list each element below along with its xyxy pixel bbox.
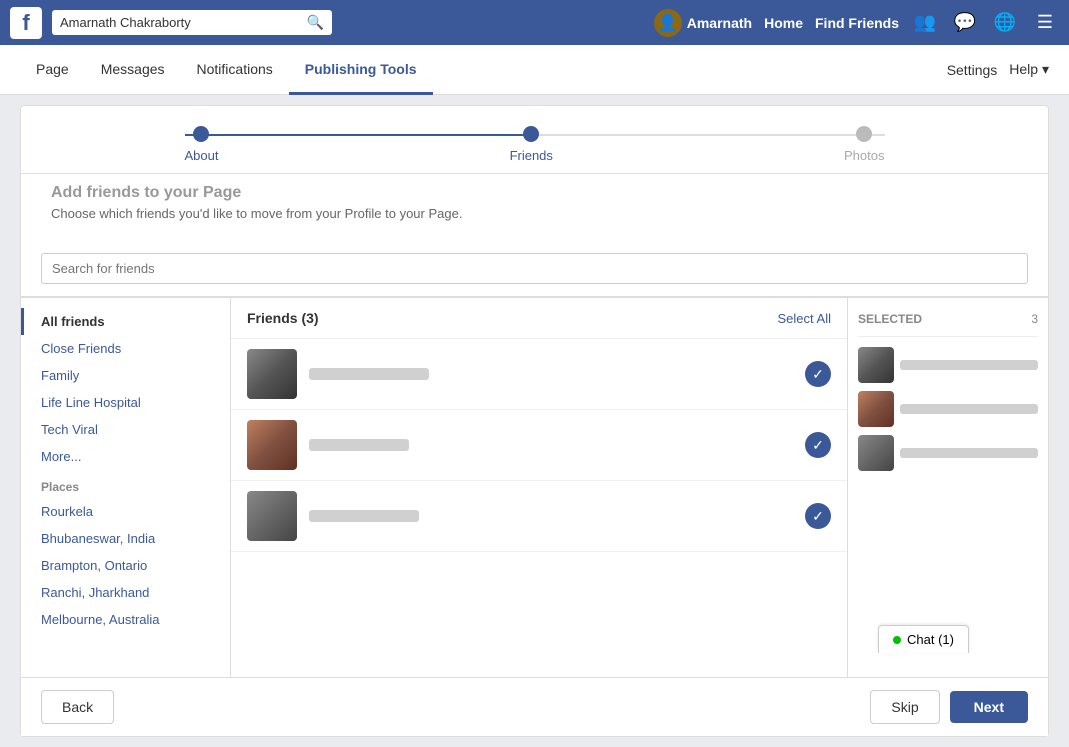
secondary-nav-right: Settings Help [947,61,1049,78]
friend-check-1[interactable]: ✓ [805,361,831,387]
friends-list-wrapper: Friends (3) Select All ✓ ✓ [231,298,848,677]
search-friends-input[interactable] [41,253,1028,284]
search-bar[interactable]: 🔍 [52,10,332,35]
step-dot-friends [523,126,539,142]
step-label-friends: Friends [510,148,553,163]
globe-icon[interactable]: 🌐 [991,9,1019,37]
step-friends: Friends [510,126,553,163]
add-friends-subtitle: Choose which friends you'd like to move … [51,206,1018,221]
progress-section: About Friends Photos [21,106,1048,173]
sidebar-item-melbourne[interactable]: Melbourne, Australia [21,606,230,633]
friends-section: All friends Close Friends Family Life Li… [21,297,1048,677]
sidebar-item-family[interactable]: Family [21,362,230,389]
chat-label: Chat (1) [907,632,954,647]
nav-home-link[interactable]: Home [764,15,803,31]
progress-steps: About Friends Photos [185,126,885,163]
select-all-button[interactable]: Select All [778,311,831,326]
add-friends-header: Add friends to your Page Choose which fr… [21,173,1048,241]
chat-status-dot [893,636,901,644]
friend-item-1[interactable]: ✓ [231,339,847,410]
help-button[interactable]: Help [1009,61,1049,78]
friends-list-title: Friends (3) [247,310,319,326]
friends-icon[interactable]: 👥 [911,9,939,37]
friend-avatar-img-1 [247,349,297,399]
sidebar-item-more[interactable]: More... [21,443,230,470]
back-button[interactable]: Back [41,690,114,724]
selected-name-blur-2 [900,404,1038,414]
friend-avatar-3 [247,491,297,541]
step-about: About [185,126,219,163]
selected-panel: SELECTED 3 [848,298,1048,677]
selected-avatar-1 [858,347,894,383]
nav-find-friends-link[interactable]: Find Friends [815,15,899,31]
selected-count: 3 [1031,312,1038,326]
step-label-about: About [185,148,219,163]
selected-header: SELECTED 3 [858,308,1038,337]
search-icon: 🔍 [307,14,324,31]
friend-avatar-img-3 [247,491,297,541]
sidebar-item-bhubaneswar[interactable]: Bhubaneswar, India [21,525,230,552]
search-input[interactable] [60,15,301,30]
bottom-bar: Back Skip Next [21,677,1048,736]
tab-page[interactable]: Page [20,45,85,95]
selected-avatar-3 [858,435,894,471]
friend-check-3[interactable]: ✓ [805,503,831,529]
selected-name-blur-1 [900,360,1038,370]
facebook-logo: f [10,7,42,39]
friend-name-2 [309,439,409,451]
secondary-navbar: Page Messages Notifications Publishing T… [0,45,1069,95]
nav-right: 👤 Amarnath Home Find Friends 👥 💬 🌐 ☰ [654,9,1059,37]
right-buttons: Skip Next [870,690,1028,724]
places-section-label: Places [21,470,230,498]
friend-avatar-img-2 [247,420,297,470]
friend-item-3[interactable]: ✓ [231,481,847,552]
settings-button[interactable]: Settings [947,62,998,78]
selected-name-blur-3 [900,448,1038,458]
selected-avatar-2 [858,391,894,427]
friends-list-header: Friends (3) Select All [231,298,847,339]
sidebar-item-brampton[interactable]: Brampton, Ontario [21,552,230,579]
step-dot-photos [856,126,872,142]
step-photos: Photos [844,126,884,163]
tab-notifications[interactable]: Notifications [181,45,289,95]
nav-username: Amarnath [687,15,752,31]
sidebar-item-ranchi[interactable]: Ranchi, Jharkhand [21,579,230,606]
selected-item-3 [858,435,1038,471]
add-friends-title: Add friends to your Page [51,184,1018,202]
friend-avatar-2 [247,420,297,470]
avatar: 👤 [654,9,682,37]
tab-messages[interactable]: Messages [85,45,181,95]
selected-item-2 [858,391,1038,427]
selected-item-1 [858,347,1038,383]
search-friends-area [21,241,1048,297]
friends-sidebar: All friends Close Friends Family Life Li… [21,298,231,677]
menu-icon[interactable]: ☰ [1031,9,1059,37]
friend-avatar-1 [247,349,297,399]
messages-icon[interactable]: 💬 [951,9,979,37]
friend-name-1 [309,368,429,380]
sidebar-item-close-friends[interactable]: Close Friends [21,335,230,362]
progress-bar: About Friends Photos [185,126,885,163]
next-button[interactable]: Next [950,691,1028,723]
step-dot-about [193,126,209,142]
tab-publishing-tools[interactable]: Publishing Tools [289,45,433,95]
friend-item-2[interactable]: ✓ [231,410,847,481]
selected-label: SELECTED [858,312,922,326]
chat-button[interactable]: Chat (1) [878,625,969,653]
sidebar-item-tech-viral[interactable]: Tech Viral [21,416,230,443]
friend-check-2[interactable]: ✓ [805,432,831,458]
top-navbar: f 🔍 👤 Amarnath Home Find Friends 👥 💬 🌐 ☰ [0,0,1069,45]
step-label-photos: Photos [844,148,884,163]
sidebar-item-rourkela[interactable]: Rourkela [21,498,230,525]
sidebar-item-life-line[interactable]: Life Line Hospital [21,389,230,416]
skip-button[interactable]: Skip [870,690,939,724]
nav-user[interactable]: 👤 Amarnath [654,9,752,37]
sidebar-item-all-friends[interactable]: All friends [21,308,230,335]
friend-name-3 [309,510,419,522]
